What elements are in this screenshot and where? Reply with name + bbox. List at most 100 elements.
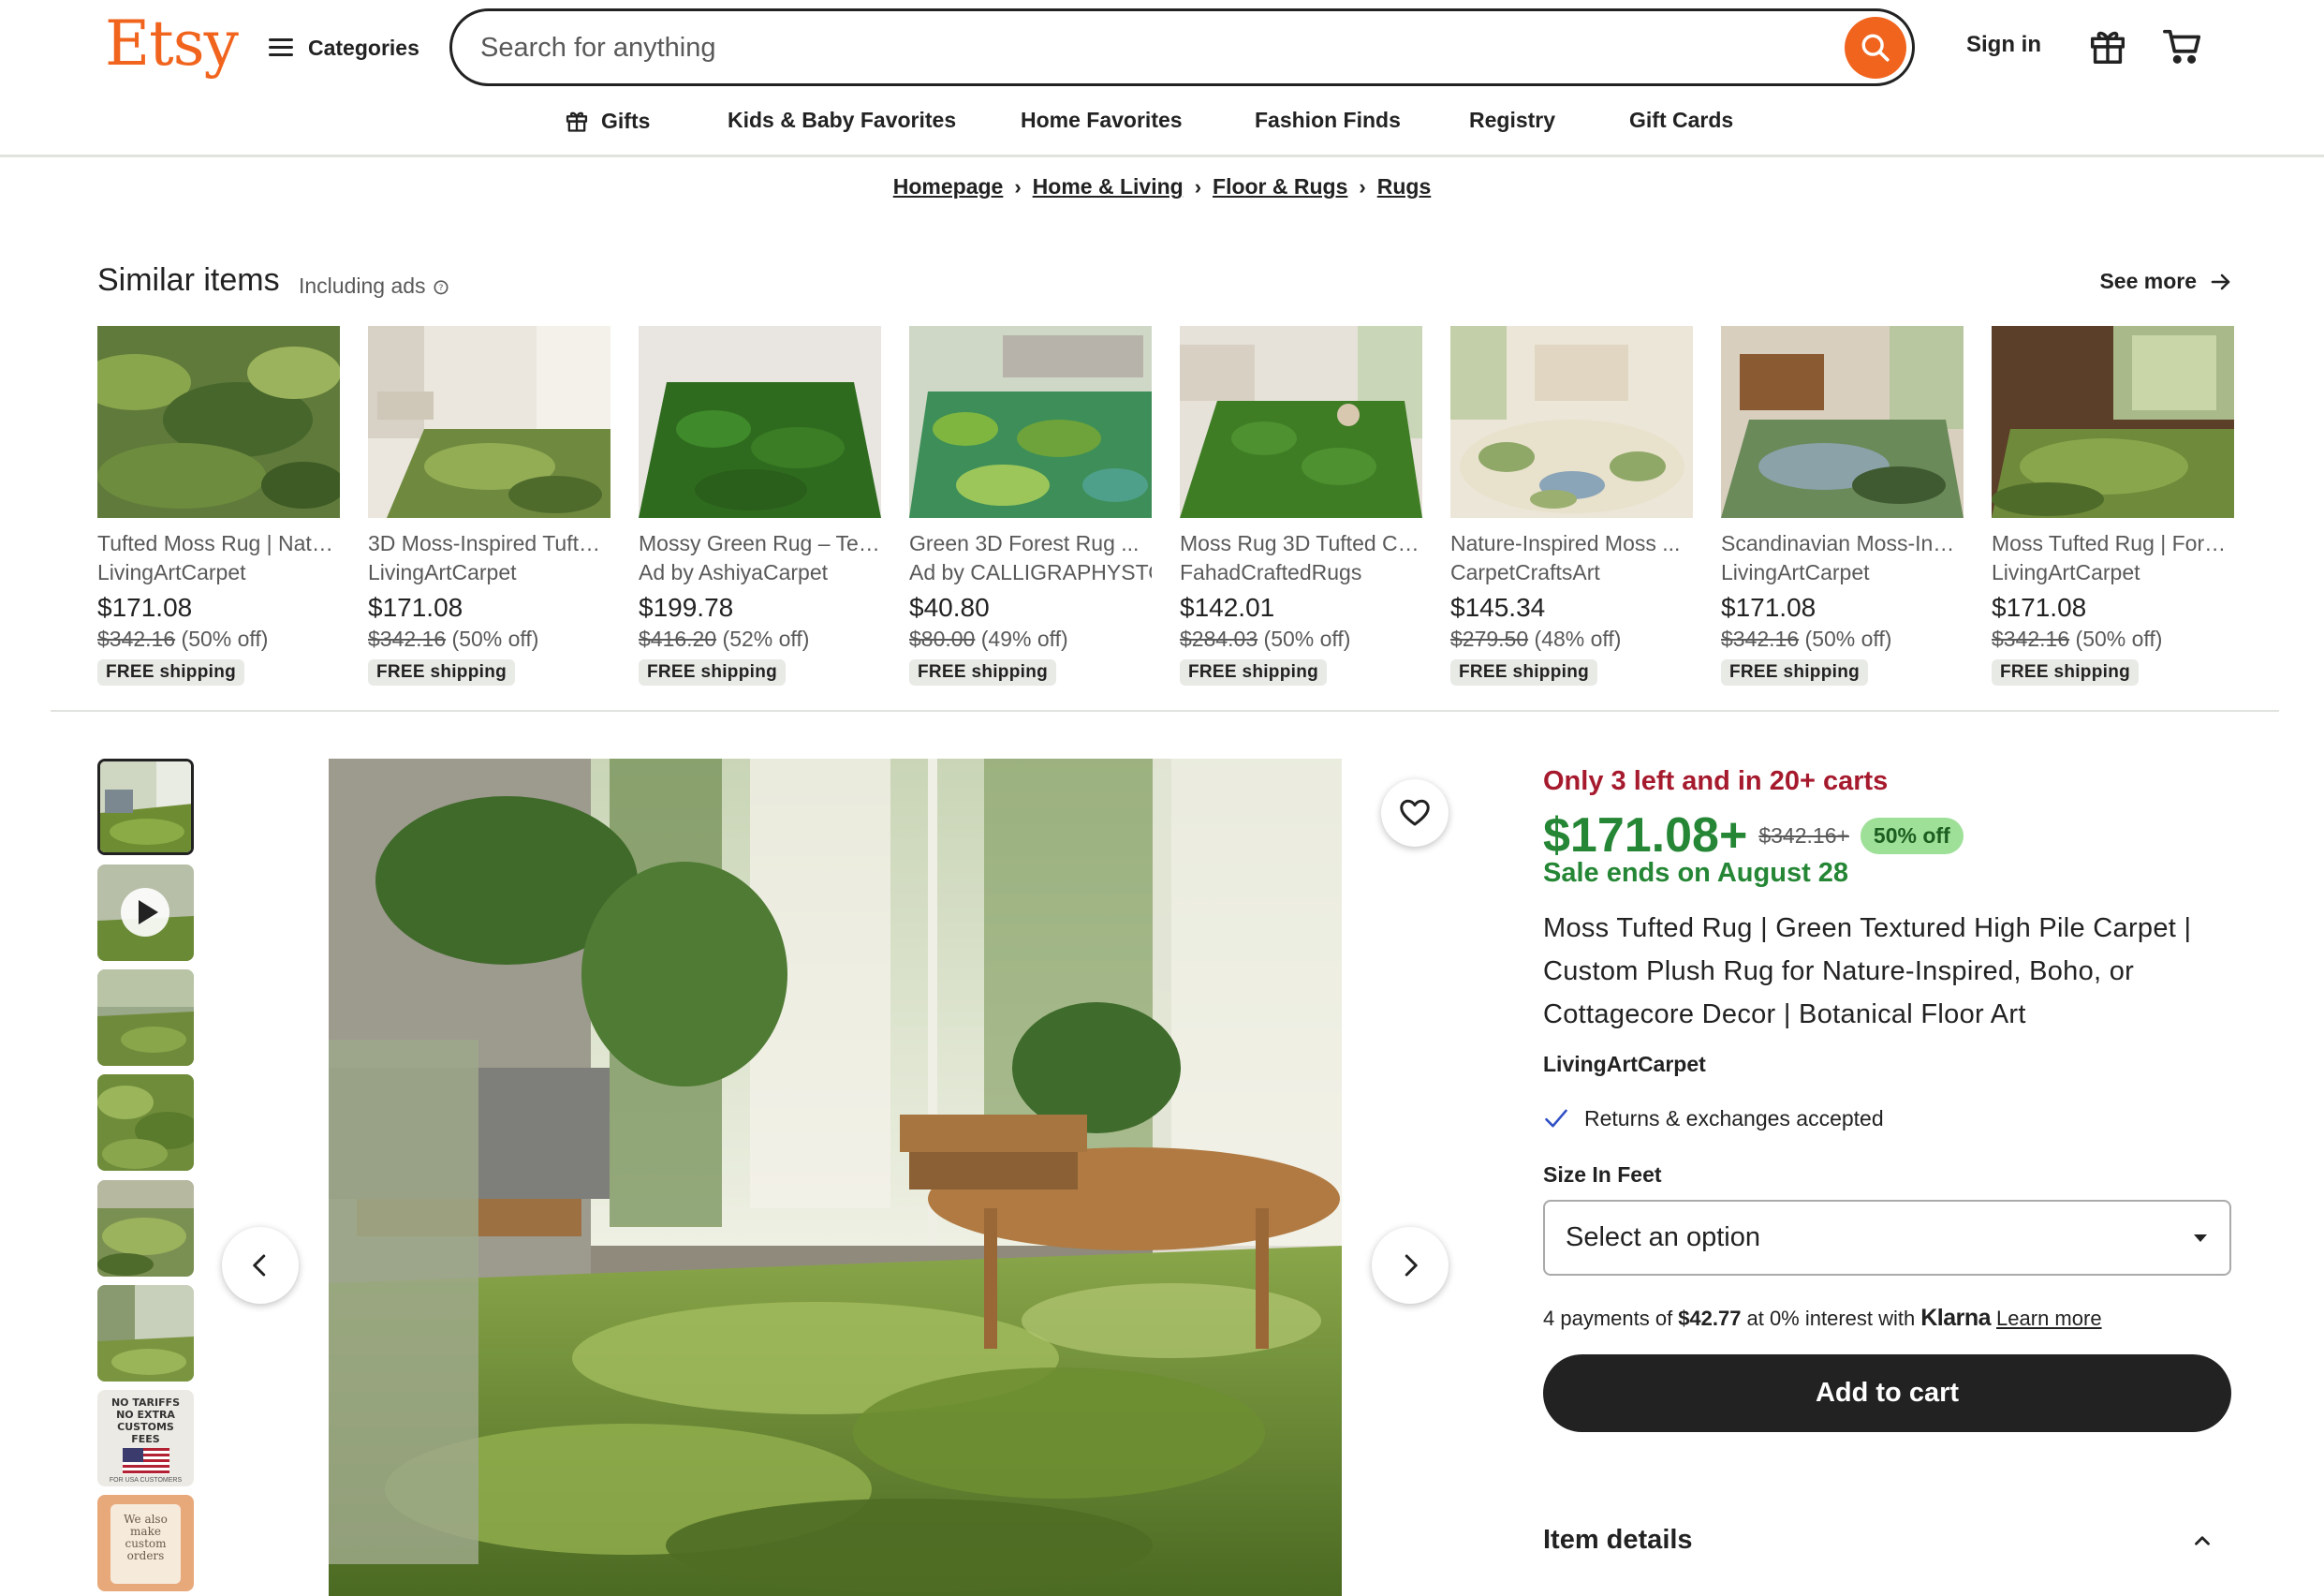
- gallery-thumbnail[interactable]: [97, 1180, 194, 1277]
- cart-icon[interactable]: [2161, 24, 2204, 67]
- strikethrough-price: $342.16: [1721, 627, 1800, 651]
- caret-down-icon: [2194, 1234, 2207, 1242]
- klarna-learn-more-link[interactable]: Learn more: [1996, 1307, 2102, 1331]
- next-image-button[interactable]: [1372, 1227, 1449, 1304]
- gallery-thumbnail[interactable]: [97, 759, 194, 855]
- gallery-thumbnail[interactable]: [97, 1285, 194, 1382]
- similar-item-card[interactable]: Nature-Inspired Moss ... CarpetCraftsArt…: [1450, 326, 1693, 686]
- product-image[interactable]: [1450, 326, 1693, 518]
- similar-item-card[interactable]: Moss Tufted Rug | Forest Floor LivingArt…: [1992, 326, 2234, 686]
- similar-item-card[interactable]: Tufted Moss Rug | Natural Green Carpet L…: [97, 326, 340, 686]
- usa-customers-text: FOR USA CUSTOMERS: [109, 1477, 183, 1484]
- free-shipping-badge: FREE shipping: [1721, 659, 1869, 686]
- product-image[interactable]: [1992, 326, 2234, 518]
- free-shipping-badge: FREE shipping: [639, 659, 787, 686]
- categories-button[interactable]: Categories: [269, 28, 419, 67]
- shop-name: LivingArtCarpet: [1721, 560, 1870, 584]
- product-price: $171.08: [97, 593, 193, 622]
- original-price: $416.20 (52% off): [639, 627, 881, 652]
- free-shipping-badge: FREE shipping: [1180, 659, 1328, 686]
- original-price: $342.16 (50% off): [1992, 627, 2234, 652]
- product-title[interactable]: Mossy Green Rug – Textured: [639, 531, 881, 556]
- similar-items-carousel: Tufted Moss Rug | Natural Green Carpet L…: [97, 326, 2234, 691]
- breadcrumb-rugs[interactable]: Rugs: [1377, 174, 1432, 200]
- nav-item-kids-baby[interactable]: Kids & Baby Favorites: [728, 108, 956, 133]
- product-image[interactable]: [97, 326, 340, 518]
- product-image[interactable]: [1721, 326, 1964, 518]
- nav-item-fashion-finds[interactable]: Fashion Finds: [1255, 108, 1401, 133]
- product-image[interactable]: [909, 326, 1152, 518]
- gallery-thumbnail-custom-orders[interactable]: We also make custom orders: [97, 1495, 194, 1591]
- product-title[interactable]: Green 3D Forest Rug ...: [909, 531, 1152, 556]
- similar-item-card[interactable]: Moss Rug 3D Tufted Carpet FahadCraftedRu…: [1180, 326, 1422, 686]
- custom-orders-text: We also make custom orders: [110, 1504, 181, 1584]
- product-title[interactable]: Scandinavian Moss-Inspired Rug: [1721, 531, 1964, 556]
- original-price: $342.16 (50% off): [1721, 627, 1964, 652]
- free-shipping-badge: FREE shipping: [368, 659, 516, 686]
- size-select[interactable]: Select an option: [1543, 1200, 2231, 1276]
- shop-name: CarpetCraftsArt: [1450, 560, 1600, 584]
- discount-percent: (50% off): [1263, 627, 1351, 651]
- shop-name: FahadCraftedRugs: [1180, 560, 1362, 584]
- gallery-thumbnail-no-tariffs[interactable]: NO TARIFFS NO EXTRA CUSTOMS FEES FOR USA…: [97, 1390, 194, 1486]
- categories-label: Categories: [308, 35, 419, 60]
- similar-item-card[interactable]: Scandinavian Moss-Inspired Rug LivingArt…: [1721, 326, 1964, 686]
- search-input[interactable]: [480, 28, 1791, 67]
- search-button[interactable]: [1845, 17, 1906, 79]
- site-header: Etsy Categories Sign in: [0, 0, 2324, 157]
- chevron-right-icon: ›: [1194, 174, 1202, 199]
- search-bar: [449, 8, 1915, 86]
- strikethrough-price: $279.50: [1450, 627, 1529, 651]
- gallery-thumbnail[interactable]: [97, 1074, 194, 1171]
- gallery-thumbnail-video[interactable]: [97, 864, 194, 961]
- nav-item-gift-cards[interactable]: Gift Cards: [1629, 108, 1733, 133]
- similar-item-card[interactable]: Mossy Green Rug – Textured Ad by AshiyaC…: [639, 326, 881, 686]
- product-title[interactable]: 3D Moss-Inspired Tufted Rug: [368, 531, 610, 556]
- add-to-cart-button[interactable]: Add to cart: [1543, 1354, 2231, 1432]
- nav-item-gifts[interactable]: Gifts: [564, 108, 650, 134]
- product-price: $199.78: [639, 593, 734, 622]
- product-title[interactable]: Nature-Inspired Moss ...: [1450, 531, 1693, 556]
- strikethrough-price: $342.16: [368, 627, 447, 651]
- discount-percent: (50% off): [2075, 627, 2163, 651]
- svg-text:?: ?: [438, 283, 443, 293]
- sale-price: $171.08+: [1543, 808, 1748, 863]
- shop-name: LivingArtCarpet: [368, 560, 517, 584]
- etsy-logo[interactable]: Etsy: [105, 7, 239, 80]
- product-price: $171.08: [1721, 593, 1817, 622]
- section-divider: [51, 710, 2279, 712]
- see-more-link[interactable]: See more: [2099, 269, 2232, 294]
- product-title[interactable]: Tufted Moss Rug | Natural Green Carpet: [97, 531, 340, 556]
- gift-icon[interactable]: [2086, 24, 2129, 67]
- product-image[interactable]: [1180, 326, 1422, 518]
- breadcrumb-home-living[interactable]: Home & Living: [1033, 174, 1184, 200]
- breadcrumb-floor-rugs[interactable]: Floor & Rugs: [1213, 174, 1347, 200]
- product-title[interactable]: Moss Tufted Rug | Forest Floor: [1992, 531, 2234, 556]
- product-image[interactable]: [368, 326, 610, 518]
- discount-percent: (50% off): [181, 627, 269, 651]
- strikethrough-price: $416.20: [639, 627, 717, 651]
- listing-title: Moss Tufted Rug | Green Textured High Pi…: [1543, 913, 2192, 1029]
- breadcrumb-homepage[interactable]: Homepage: [893, 174, 1004, 200]
- shop-name-link[interactable]: LivingArtCarpet: [1543, 1052, 1706, 1077]
- product-image[interactable]: [639, 326, 881, 518]
- main-product-image[interactable]: [329, 759, 1342, 1596]
- similar-item-card[interactable]: 3D Moss-Inspired Tufted Rug LivingArtCar…: [368, 326, 610, 686]
- similar-item-card[interactable]: Green 3D Forest Rug ... Ad by CALLIGRAPH…: [909, 326, 1152, 686]
- favorite-button[interactable]: [1381, 779, 1449, 847]
- nav-item-home-favorites[interactable]: Home Favorites: [1021, 108, 1183, 133]
- menu-icon: [269, 38, 293, 57]
- info-icon[interactable]: ?: [432, 277, 450, 296]
- nav-item-registry[interactable]: Registry: [1469, 108, 1555, 133]
- chevron-up-icon: [2195, 1535, 2210, 1545]
- returns-info: Returns & exchanges accepted: [1543, 1105, 1884, 1131]
- sign-in-link[interactable]: Sign in: [1966, 32, 2041, 58]
- previous-image-button[interactable]: [222, 1227, 299, 1304]
- gallery-thumbnail[interactable]: [97, 969, 194, 1066]
- breadcrumb: Homepage › Home & Living › Floor & Rugs …: [0, 174, 2324, 200]
- product-title[interactable]: Moss Rug 3D Tufted Carpet: [1180, 531, 1422, 556]
- us-flag-icon: [122, 1448, 169, 1474]
- gift-icon: [566, 111, 588, 132]
- shop-name: Ad by CALLIGRAPHYSTORE: [909, 560, 1152, 584]
- item-details-toggle[interactable]: Item details: [1543, 1525, 2231, 1556]
